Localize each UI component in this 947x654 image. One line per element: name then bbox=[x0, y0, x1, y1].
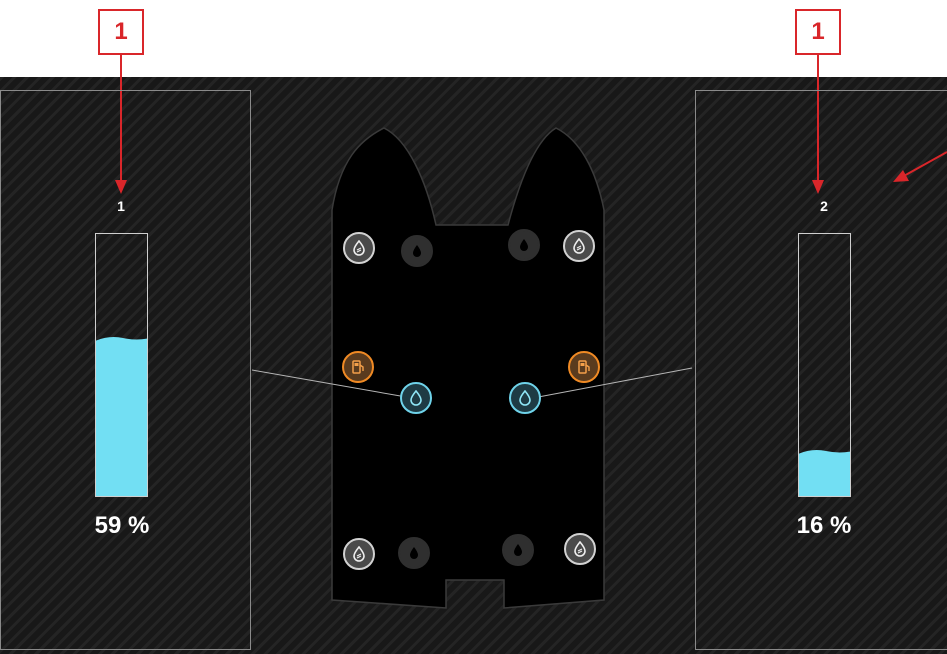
tank-node-front-left-outer[interactable] bbox=[343, 232, 375, 264]
water-drop-icon bbox=[514, 544, 522, 556]
tank-id-1: 1 bbox=[117, 198, 125, 214]
water-drop-icon bbox=[519, 390, 531, 406]
fuel-pump-icon bbox=[578, 360, 590, 374]
water-drop-icon bbox=[410, 547, 418, 559]
tank-percent-1: 59 % bbox=[94, 512, 150, 539]
water-drop-icon bbox=[410, 390, 422, 406]
tank-node-aft-right-inner[interactable] bbox=[502, 534, 534, 566]
tank-node-front-right-inner[interactable] bbox=[508, 229, 540, 261]
tank-id-2: 2 bbox=[820, 198, 828, 214]
tank-percent-2: 16 % bbox=[796, 512, 852, 539]
water-drop-icon bbox=[413, 245, 421, 257]
tank-node-aft-left-outer[interactable] bbox=[343, 538, 375, 570]
tank-level-gauge-2 bbox=[798, 233, 851, 497]
water-tank-node-right-selected[interactable] bbox=[509, 382, 541, 414]
water-drop-icon bbox=[520, 239, 528, 251]
tank-node-front-right-outer[interactable] bbox=[563, 230, 595, 262]
water-drop-icon bbox=[574, 541, 586, 557]
water-tank-node-left-selected[interactable] bbox=[400, 382, 432, 414]
tank-level-gauge-1 bbox=[95, 233, 148, 497]
tank-level-fill-2 bbox=[799, 450, 850, 496]
tank-node-aft-right-outer[interactable] bbox=[564, 533, 596, 565]
fuel-pump-icon bbox=[352, 360, 364, 374]
water-drop-icon bbox=[573, 238, 585, 254]
water-drop-icon bbox=[353, 546, 365, 562]
fuel-tank-node-right[interactable] bbox=[568, 351, 600, 383]
tank-node-front-left-inner[interactable] bbox=[401, 235, 433, 267]
tank-level-fill-1 bbox=[96, 337, 147, 496]
tank-node-aft-left-inner[interactable] bbox=[398, 537, 430, 569]
fuel-tank-node-left[interactable] bbox=[342, 351, 374, 383]
water-drop-icon bbox=[353, 240, 365, 256]
